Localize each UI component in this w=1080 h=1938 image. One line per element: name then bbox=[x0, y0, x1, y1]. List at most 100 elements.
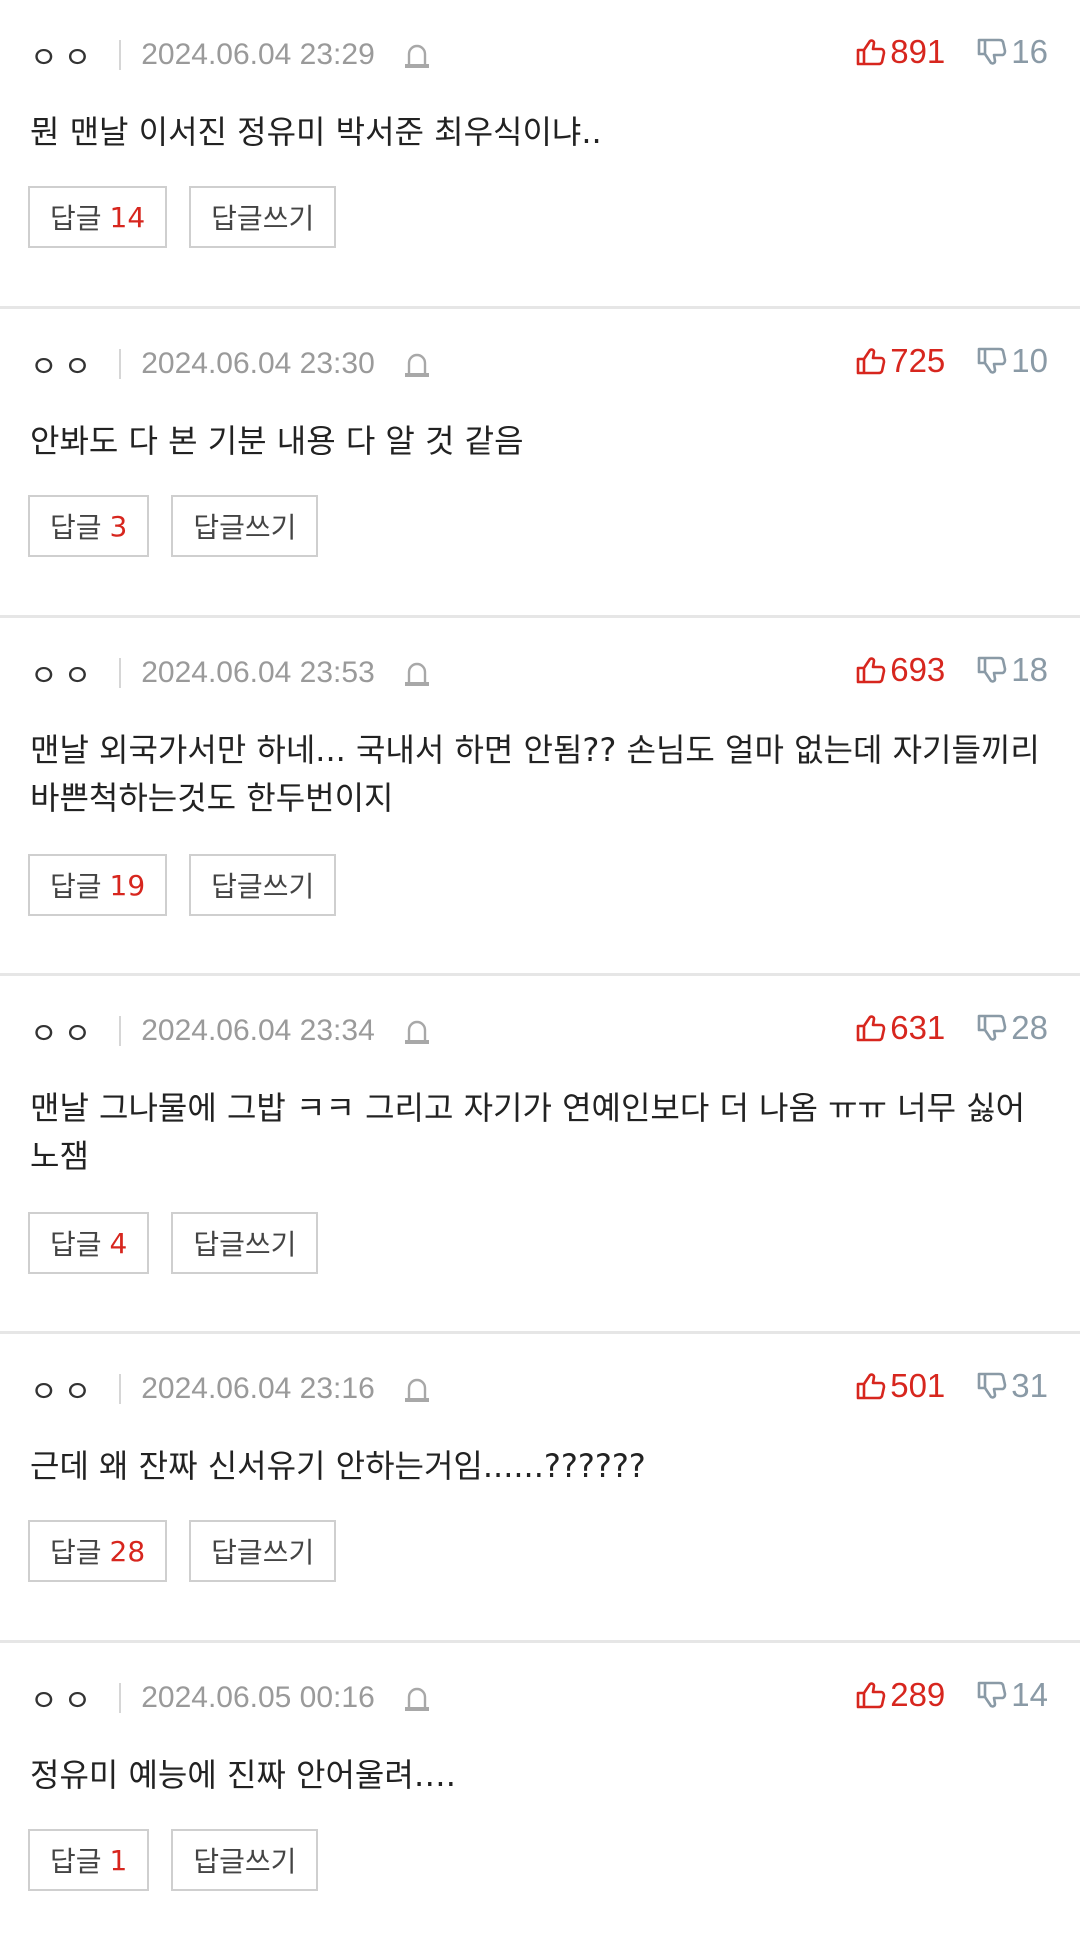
thumbs-up-icon bbox=[856, 1373, 886, 1400]
like-button[interactable]: 631 bbox=[854, 1009, 945, 1047]
write-reply-button[interactable]: 답글쓰기 bbox=[171, 1829, 319, 1891]
vote-group: 631 28 bbox=[854, 1006, 1048, 1050]
meta-divider bbox=[119, 1683, 122, 1713]
thumbs-down-icon bbox=[977, 1681, 1007, 1708]
comment-item: ㅇㅇ 2024.06.04 23:53 693 18 맨날 외국가서만 하네..… bbox=[0, 618, 1080, 976]
dislike-count: 31 bbox=[1011, 1367, 1048, 1404]
reply-count-button[interactable]: 답글 1 bbox=[28, 1829, 150, 1891]
thumbs-down-icon bbox=[977, 1014, 1007, 1041]
report-siren-icon[interactable] bbox=[399, 1013, 435, 1049]
comment-text: 안봐도 다 본 기분 내용 다 알 것 같음 bbox=[30, 422, 524, 460]
comment-meta: ㅇㅇ 2024.06.04 23:34 bbox=[30, 1009, 435, 1053]
write-reply-button[interactable]: 답글쓰기 bbox=[189, 186, 337, 248]
comment-item: ㅇㅇ 2024.06.04 23:30 725 10 안봐도 다 본 기분 내용… bbox=[0, 309, 1080, 618]
like-button[interactable]: 289 bbox=[854, 1676, 945, 1714]
vote-group: 289 14 bbox=[854, 1673, 1048, 1717]
vote-group: 693 18 bbox=[854, 648, 1048, 692]
dislike-button[interactable]: 31 bbox=[975, 1367, 1048, 1405]
thumbs-up-icon bbox=[856, 1015, 886, 1042]
thumbs-down-icon bbox=[977, 656, 1007, 683]
report-siren-icon[interactable] bbox=[399, 1371, 435, 1407]
report-siren-icon[interactable] bbox=[399, 346, 435, 382]
like-button[interactable]: 693 bbox=[854, 651, 945, 689]
meta-divider bbox=[119, 349, 122, 379]
reply-label: 답글 bbox=[50, 1228, 102, 1261]
thumbs-up-icon bbox=[856, 39, 886, 66]
write-reply-label: 답글쓰기 bbox=[193, 1228, 297, 1261]
report-siren-icon[interactable] bbox=[399, 1680, 435, 1716]
comment-date: 2024.06.04 23:53 bbox=[141, 656, 375, 689]
reply-label: 답글 bbox=[50, 202, 102, 235]
reply-label: 답글 bbox=[50, 511, 102, 544]
like-count: 631 bbox=[890, 1009, 946, 1046]
write-reply-button[interactable]: 답글쓰기 bbox=[189, 1520, 337, 1582]
write-reply-button[interactable]: 답글쓰기 bbox=[171, 495, 319, 557]
vote-group: 501 31 bbox=[854, 1364, 1048, 1408]
dislike-button[interactable]: 16 bbox=[975, 33, 1048, 71]
like-button[interactable]: 891 bbox=[854, 33, 945, 71]
reply-count: 19 bbox=[109, 868, 146, 902]
comment-actions: 답글 4 답글쓰기 bbox=[28, 1212, 340, 1274]
comment-actions: 답글 19 답글쓰기 bbox=[28, 854, 358, 916]
write-reply-button[interactable]: 답글쓰기 bbox=[189, 854, 337, 916]
reply-count-button[interactable]: 답글 19 bbox=[28, 854, 168, 916]
vote-group: 725 10 bbox=[854, 339, 1048, 383]
comment-actions: 답글 1 답글쓰기 bbox=[28, 1829, 340, 1891]
meta-divider bbox=[119, 1016, 122, 1046]
comment-text: 뭔 맨날 이서진 정유미 박서준 최우식이냐.. bbox=[30, 113, 602, 151]
dislike-button[interactable]: 28 bbox=[975, 1009, 1048, 1047]
comment-text: 근데 왜 잔짜 신서유기 안하는거임......?????? bbox=[30, 1447, 646, 1485]
dislike-count: 14 bbox=[1011, 1676, 1048, 1713]
comment-meta: ㅇㅇ 2024.06.05 00:16 bbox=[30, 1676, 435, 1720]
report-siren-icon[interactable] bbox=[399, 37, 435, 73]
comment-actions: 답글 3 답글쓰기 bbox=[28, 495, 340, 557]
reply-count: 14 bbox=[109, 200, 146, 234]
comment-actions: 답글 14 답글쓰기 bbox=[28, 186, 358, 248]
thumbs-up-icon bbox=[856, 1682, 886, 1709]
comment-date: 2024.06.05 00:16 bbox=[141, 1681, 375, 1714]
dislike-button[interactable]: 10 bbox=[975, 342, 1048, 380]
comment-nickname: ㅇㅇ bbox=[30, 1684, 98, 1719]
reply-count: 4 bbox=[109, 1226, 128, 1260]
comment-actions: 답글 28 답글쓰기 bbox=[28, 1520, 358, 1582]
like-count: 891 bbox=[890, 33, 946, 70]
write-reply-label: 답글쓰기 bbox=[211, 870, 315, 903]
comment-item: ㅇㅇ 2024.06.04 23:34 631 28 맨날 그나물에 그밥 ㅋㅋ… bbox=[0, 976, 1080, 1334]
reply-label: 답글 bbox=[50, 870, 102, 903]
comment-nickname: ㅇㅇ bbox=[30, 1375, 98, 1410]
write-reply-label: 답글쓰기 bbox=[193, 511, 297, 544]
reply-count-button[interactable]: 답글 14 bbox=[28, 186, 168, 248]
reply-count-button[interactable]: 답글 3 bbox=[28, 495, 150, 557]
comment-item: ㅇㅇ 2024.06.04 23:16 501 31 근데 왜 잔짜 신서유기 … bbox=[0, 1334, 1080, 1643]
dislike-button[interactable]: 14 bbox=[975, 1676, 1048, 1714]
reply-count: 28 bbox=[109, 1534, 146, 1568]
reply-count: 1 bbox=[109, 1843, 128, 1877]
comment-text: 맨날 외국가서만 하네... 국내서 하면 안됨?? 손님도 얼마 없는데 자기… bbox=[30, 731, 1040, 817]
write-reply-label: 답글쓰기 bbox=[193, 1845, 297, 1878]
comment-list: ㅇㅇ 2024.06.04 23:29 891 16 뭔 맨날 이서진 정유미 … bbox=[0, 0, 1080, 1938]
comment-date: 2024.06.04 23:29 bbox=[141, 38, 375, 71]
like-count: 725 bbox=[890, 342, 946, 379]
report-siren-icon[interactable] bbox=[399, 655, 435, 691]
comment-nickname: ㅇㅇ bbox=[30, 350, 98, 385]
reply-count: 3 bbox=[109, 509, 128, 543]
thumbs-up-icon bbox=[856, 657, 886, 684]
like-button[interactable]: 501 bbox=[854, 1367, 945, 1405]
meta-divider bbox=[119, 658, 122, 688]
write-reply-button[interactable]: 답글쓰기 bbox=[171, 1212, 319, 1274]
reply-count-button[interactable]: 답글 28 bbox=[28, 1520, 168, 1582]
thumbs-down-icon bbox=[977, 1372, 1007, 1399]
like-button[interactable]: 725 bbox=[854, 342, 945, 380]
comment-text: 정유미 예능에 진짜 안어울려…. bbox=[30, 1756, 456, 1794]
comment-meta: ㅇㅇ 2024.06.04 23:16 bbox=[30, 1367, 435, 1411]
dislike-count: 10 bbox=[1011, 342, 1048, 379]
comment-nickname: ㅇㅇ bbox=[30, 41, 98, 76]
meta-divider bbox=[119, 40, 122, 70]
dislike-count: 16 bbox=[1011, 33, 1048, 70]
comment-date: 2024.06.04 23:30 bbox=[141, 347, 375, 380]
write-reply-label: 답글쓰기 bbox=[211, 202, 315, 235]
reply-count-button[interactable]: 답글 4 bbox=[28, 1212, 150, 1274]
dislike-button[interactable]: 18 bbox=[975, 651, 1048, 689]
meta-divider bbox=[119, 1374, 122, 1404]
comment-meta: ㅇㅇ 2024.06.04 23:53 bbox=[30, 651, 435, 695]
